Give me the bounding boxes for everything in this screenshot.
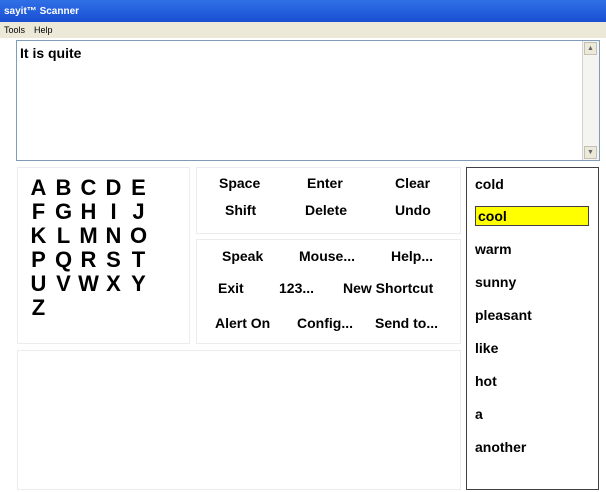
prediction-word[interactable]: like	[475, 340, 498, 356]
arrow-down-icon: ▼	[587, 149, 594, 156]
prediction-word[interactable]: sunny	[475, 274, 516, 290]
letter-key-t[interactable]: T	[126, 247, 151, 272]
menu-help[interactable]: Help	[30, 25, 58, 35]
delete-button[interactable]: Delete	[305, 202, 347, 218]
letter-key-h[interactable]: H	[76, 199, 101, 224]
numbers-button[interactable]: 123...	[279, 280, 314, 296]
prediction-word[interactable]: hot	[475, 373, 497, 389]
title-bar: sayit™ Scanner	[0, 0, 606, 22]
letter-panel: A B C D E F G H I J K L M N O P Q R S T …	[17, 167, 190, 344]
prediction-word[interactable]: warm	[475, 241, 512, 257]
vertical-scrollbar[interactable]: ▲ ▼	[582, 41, 599, 160]
scroll-down-button[interactable]: ▼	[584, 146, 597, 159]
letter-key-u[interactable]: U	[26, 271, 51, 296]
letter-key-f[interactable]: F	[26, 199, 51, 224]
clear-button[interactable]: Clear	[395, 175, 430, 191]
letter-key-l[interactable]: L	[51, 223, 76, 248]
prediction-word[interactable]: a	[475, 406, 483, 422]
letter-key-g[interactable]: G	[51, 199, 76, 224]
letter-key-a[interactable]: A	[26, 175, 51, 200]
scroll-up-button[interactable]: ▲	[584, 42, 597, 55]
letter-key-y[interactable]: Y	[126, 271, 151, 296]
edit-commands-panel: Space Enter Clear Shift Delete Undo	[196, 167, 461, 234]
letter-key-w[interactable]: W	[76, 271, 101, 296]
letter-key-b[interactable]: B	[51, 175, 76, 200]
exit-button[interactable]: Exit	[218, 280, 244, 296]
menu-bar: Tools Help	[0, 22, 606, 38]
letter-key-m[interactable]: M	[76, 223, 101, 248]
letter-key-x[interactable]: X	[101, 271, 126, 296]
undo-button[interactable]: Undo	[395, 202, 431, 218]
letter-key-r[interactable]: R	[76, 247, 101, 272]
letter-key-p[interactable]: P	[26, 247, 51, 272]
letter-key-o[interactable]: O	[126, 223, 151, 248]
menu-tools[interactable]: Tools	[0, 25, 30, 35]
letter-grid: A B C D E F G H I J K L M N O P Q R S T …	[26, 175, 151, 320]
mouse-button[interactable]: Mouse...	[299, 248, 355, 264]
letter-key-q[interactable]: Q	[51, 247, 76, 272]
letter-key-d[interactable]: D	[101, 175, 126, 200]
letter-key-k[interactable]: K	[26, 223, 51, 248]
send-to-button[interactable]: Send to...	[375, 315, 438, 331]
prediction-word[interactable]: another	[475, 439, 526, 455]
word-prediction-list: cold cool warm sunny pleasant like hot a…	[466, 167, 599, 490]
system-commands-panel: Speak Mouse... Help... Exit 123... New S…	[196, 239, 461, 344]
window-title: sayit™ Scanner	[4, 5, 80, 17]
prediction-word[interactable]: pleasant	[475, 307, 532, 323]
shortcut-panel	[17, 350, 461, 490]
letter-key-n[interactable]: N	[101, 223, 126, 248]
space-button[interactable]: Space	[219, 175, 260, 191]
shift-button[interactable]: Shift	[225, 202, 256, 218]
letter-key-z[interactable]: Z	[26, 295, 51, 320]
arrow-up-icon: ▲	[587, 45, 594, 52]
config-button[interactable]: Config...	[297, 315, 353, 331]
letter-key-v[interactable]: V	[51, 271, 76, 296]
prediction-word-selected[interactable]: cool	[475, 206, 589, 226]
message-text-area[interactable]: It is quite ▲ ▼	[16, 40, 600, 161]
enter-button[interactable]: Enter	[307, 175, 343, 191]
letter-key-i[interactable]: I	[101, 199, 126, 224]
letter-key-j[interactable]: J	[126, 199, 151, 224]
speak-button[interactable]: Speak	[222, 248, 263, 264]
prediction-word[interactable]: cold	[475, 176, 504, 192]
message-text: It is quite	[20, 45, 82, 61]
new-shortcut-button[interactable]: New Shortcut	[343, 280, 433, 296]
letter-key-s[interactable]: S	[101, 247, 126, 272]
letter-key-e[interactable]: E	[126, 175, 151, 200]
alert-on-button[interactable]: Alert On	[215, 315, 270, 331]
letter-key-c[interactable]: C	[76, 175, 101, 200]
help-button[interactable]: Help...	[391, 248, 433, 264]
